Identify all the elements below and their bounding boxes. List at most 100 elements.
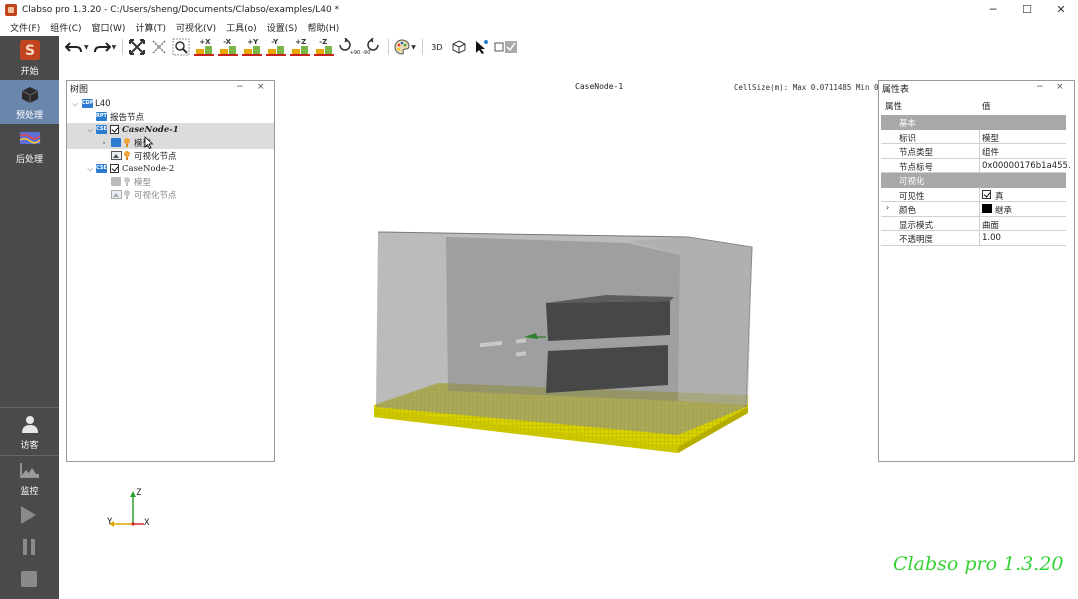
3d-model-view[interactable] bbox=[368, 225, 768, 465]
tree-node-root[interactable]: ⌵ CDP L40 bbox=[67, 97, 274, 110]
cdp-node-icon: CDP bbox=[82, 99, 94, 108]
fit-all-button[interactable] bbox=[150, 38, 168, 56]
start-logo-icon: S bbox=[19, 39, 41, 61]
tree-node-label: CaseNode-1 bbox=[122, 124, 179, 135]
properties-panel: 属性表 − × 属性 值 基本 标识 模型 节点类型 组件 节点标号 0x000… bbox=[878, 80, 1075, 462]
redo-button[interactable]: ▼ bbox=[93, 38, 116, 56]
tree-node-label: 报告节点 bbox=[110, 112, 145, 123]
prop-value[interactable]: 组件 bbox=[982, 146, 999, 158]
prop-row[interactable]: 标识 模型 bbox=[881, 129, 1066, 144]
bulb-icon[interactable] bbox=[124, 138, 130, 147]
color-palette-button[interactable]: ▼ bbox=[394, 38, 416, 56]
fit-view-icon bbox=[129, 39, 146, 55]
rotate-plus-90-label: +90 bbox=[349, 50, 361, 56]
stop-icon[interactable] bbox=[21, 571, 37, 587]
redo-icon bbox=[93, 42, 111, 53]
toolbar-divider bbox=[421, 39, 423, 55]
group-basic-label: 基本 bbox=[899, 119, 917, 129]
menu-compute[interactable]: 计算(T) bbox=[130, 21, 171, 34]
sidebar-guest-button[interactable]: 访客 bbox=[0, 410, 59, 454]
sidebar-monitor-button[interactable]: 监控 bbox=[0, 456, 59, 500]
sidebar-postprocess-button[interactable]: 后处理 bbox=[0, 124, 59, 168]
maximize-button[interactable]: ☐ bbox=[1010, 0, 1044, 19]
prop-row-opacity[interactable]: 不透明度 1.00 bbox=[881, 231, 1066, 246]
rotate-minus-90-button[interactable]: -90 bbox=[362, 38, 382, 56]
tree-node-case2-model[interactable]: 模型 bbox=[67, 175, 274, 188]
view-plus-x-button[interactable]: +X bbox=[194, 38, 215, 56]
zoom-box-button[interactable] bbox=[172, 38, 190, 56]
watermark-text: Clabso pro 1.3.20 bbox=[893, 553, 1064, 575]
main-toolbar: ▼ ▼ +X -X +Y -Y +Z -Z +90 -90 ▼ 3D bbox=[59, 36, 1078, 58]
menu-tools[interactable]: 工具(o) bbox=[221, 21, 262, 34]
menu-help[interactable]: 帮助(H) bbox=[302, 21, 344, 34]
tree-node-case2-vis[interactable]: 可视化节点 bbox=[67, 188, 274, 201]
pause-icon[interactable] bbox=[22, 539, 36, 555]
menu-component[interactable]: 组件(C) bbox=[45, 21, 86, 34]
panel-minimize-icon[interactable]: − bbox=[1036, 82, 1044, 92]
rack-lower bbox=[546, 345, 668, 393]
bulb-icon[interactable] bbox=[124, 177, 130, 186]
tree-node-case1[interactable]: ⌵ CSE CaseNode-1 bbox=[67, 123, 274, 136]
view-3d-button[interactable]: 3D bbox=[428, 38, 446, 56]
chevron-down-icon[interactable]: ⌵ bbox=[86, 165, 94, 173]
prop-row-color[interactable]: › 颜色 继承 bbox=[881, 202, 1066, 217]
display-options-button[interactable] bbox=[494, 38, 518, 56]
chevron-right-icon[interactable]: › bbox=[886, 203, 889, 212]
view-minus-y-button[interactable]: -Y bbox=[266, 38, 287, 56]
flow-field-icon bbox=[19, 127, 41, 149]
tree-node-case2[interactable]: ⌵ CSE CaseNode-2 bbox=[67, 162, 274, 175]
prop-row-display-mode[interactable]: 显示模式 曲面 bbox=[881, 216, 1066, 231]
tree-node-case1-vis[interactable]: 可视化节点 bbox=[67, 149, 274, 162]
menu-file[interactable]: 文件(F) bbox=[5, 21, 45, 34]
undo-icon bbox=[65, 42, 82, 53]
tree-node-report[interactable]: RPT 报告节点 bbox=[67, 110, 274, 123]
prop-row-visible[interactable]: 可见性 真 bbox=[881, 187, 1066, 202]
play-icon[interactable] bbox=[21, 506, 36, 524]
minimize-button[interactable]: ─ bbox=[976, 0, 1010, 19]
chevron-down-icon[interactable]: ⌵ bbox=[71, 100, 79, 108]
color-swatch[interactable] bbox=[982, 204, 992, 213]
prop-value[interactable]: 继承 bbox=[995, 204, 1012, 216]
cube-parts-icon bbox=[19, 83, 41, 105]
prop-value[interactable]: 模型 bbox=[982, 132, 999, 144]
case2-visible-checkbox[interactable] bbox=[110, 164, 119, 173]
tree-node-case1-model[interactable]: › 模型 bbox=[67, 136, 274, 149]
view-plus-y-button[interactable]: +Y bbox=[242, 38, 263, 56]
undo-button[interactable]: ▼ bbox=[65, 38, 89, 56]
isometric-view-button[interactable] bbox=[450, 38, 468, 56]
menu-visualize[interactable]: 可视化(V) bbox=[171, 21, 221, 34]
close-button[interactable]: ✕ bbox=[1044, 0, 1078, 19]
panel-close-icon[interactable]: × bbox=[257, 82, 265, 92]
prop-row[interactable]: 节点标号 0x00000176b1a455... bbox=[881, 158, 1070, 173]
bulb-icon[interactable] bbox=[124, 151, 130, 160]
view-plus-z-button[interactable]: +Z bbox=[290, 38, 311, 56]
view-minus-x-button[interactable]: -X bbox=[218, 38, 239, 56]
visible-checkbox[interactable] bbox=[982, 189, 991, 199]
view-minus-z-button[interactable]: -Z bbox=[314, 38, 335, 56]
group-visualization[interactable]: 可视化 bbox=[881, 173, 1066, 188]
panel-minimize-icon[interactable]: − bbox=[236, 82, 244, 92]
toolbar-divider bbox=[122, 39, 124, 55]
prop-row[interactable]: 节点类型 组件 bbox=[881, 144, 1066, 159]
prop-value[interactable]: 0x00000176b1a455... bbox=[982, 161, 1070, 171]
prop-value[interactable]: 1.00 bbox=[982, 233, 1001, 243]
vis-node-icon bbox=[111, 151, 122, 160]
window-controls: ─ ☐ ✕ bbox=[976, 0, 1078, 19]
group-basic[interactable]: 基本 bbox=[881, 115, 1066, 130]
menu-window[interactable]: 窗口(W) bbox=[87, 21, 131, 34]
panel-close-icon[interactable]: × bbox=[1056, 82, 1064, 92]
plus-z-label: +Z bbox=[295, 38, 307, 46]
bulb-icon[interactable] bbox=[124, 190, 130, 199]
sidebar-preprocess-button[interactable]: 预处理 bbox=[0, 80, 59, 124]
chevron-right-icon[interactable]: › bbox=[100, 139, 108, 147]
chevron-down-icon[interactable]: ⌵ bbox=[86, 126, 94, 134]
prop-value: 真 bbox=[995, 191, 1004, 202]
case1-visible-checkbox[interactable] bbox=[110, 125, 119, 134]
rotate-plus-90-button[interactable]: +90 bbox=[338, 38, 361, 56]
fit-view-button[interactable] bbox=[128, 38, 146, 56]
sidebar-divider bbox=[0, 407, 59, 408]
pick-select-button[interactable] bbox=[472, 38, 490, 56]
menu-settings[interactable]: 设置(S) bbox=[262, 21, 303, 34]
prop-value[interactable]: 曲面 bbox=[982, 219, 999, 231]
sidebar-start-button[interactable]: S 开始 bbox=[0, 36, 59, 80]
